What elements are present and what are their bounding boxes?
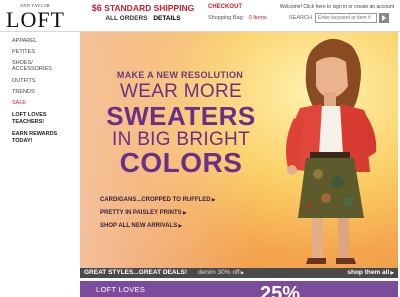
hero-kicker: MAKE A NEW RESOLUTION [116, 70, 244, 80]
sidebar-item-earn-rewards[interactable]: EARN REWARDS [12, 131, 57, 138]
hero-link-new-arrivals[interactable]: SHOP ALL NEW ARRIVALS [100, 223, 182, 229]
bag-label: Shopping Bag: [208, 15, 245, 21]
sidebar-item-today[interactable]: TODAY! [12, 138, 32, 145]
sidebar-item-teachers[interactable]: TEACHERS! [12, 119, 44, 126]
denim-deal-link[interactable]: denim 30% off [198, 269, 244, 276]
shipping-label: STANDARD SHIPPING [104, 3, 195, 13]
sidebar-item-accessories[interactable]: ACCESSORIES [12, 66, 52, 73]
checkout-link[interactable]: CHECKOUT [208, 4, 242, 10]
shipping-amount: $6 [91, 3, 102, 13]
shipping-sub-text: ALL ORDERS [105, 15, 148, 22]
shipping-details-link[interactable]: DETAILS [153, 15, 180, 22]
welcome-message[interactable]: Welcome! Click here to sign in or create… [280, 4, 394, 10]
sidebar-item-outfits[interactable]: OUTFITS [12, 78, 36, 85]
sidebar-nav: APPAREL PETITES SHOES/ ACCESSORIES OUTFI… [0, 32, 78, 297]
deals-strip-title: GREAT STYLES...GREAT DEALS! [84, 269, 188, 276]
shopping-bag[interactable]: Shopping Bag: 0 Items [208, 15, 267, 21]
brand-logo[interactable]: LOFT [6, 7, 65, 33]
hero-link-paisley[interactable]: PRETTY IN PAISLEY PRINTS [100, 210, 186, 216]
sidebar-item-loft-loves[interactable]: LOFT LOVES [12, 112, 47, 119]
hero-banner[interactable]: MAKE A NEW RESOLUTION WEAR MORE SWEATERS… [80, 32, 398, 268]
sidebar-item-trends[interactable]: TRENDS [12, 89, 35, 96]
hero-line-1: WEAR MORE [120, 81, 242, 102]
hero-link-cardigans[interactable]: CARDIGANS...CROPPED TO RUFFLED [100, 197, 215, 203]
sidebar-item-apparel[interactable]: APPAREL [12, 38, 37, 45]
search-label: SEARCH [289, 15, 312, 21]
deals-strip: GREAT STYLES...GREAT DEALS! denim 30% of… [80, 268, 398, 278]
hero-line-2: SWEATERS [106, 101, 256, 131]
shipping-sub: ALL ORDERS DETAILS [88, 15, 198, 22]
sidebar-item-petites[interactable]: PETITES [12, 49, 35, 56]
search-go-button[interactable] [379, 13, 389, 23]
search-input[interactable] [315, 13, 377, 23]
hero-line-4: COLORS [119, 147, 243, 178]
promo-banner[interactable]: LOFT LOVES 25% [80, 281, 398, 297]
shipping-headline: $6 STANDARD SHIPPING [88, 3, 198, 13]
shipping-promo[interactable]: $6 STANDARD SHIPPING ALL ORDERS DETAILS [88, 3, 198, 22]
site-header: ANN TAYLOR LOFT $6 STANDARD SHIPPING ALL… [0, 0, 400, 32]
bag-count[interactable]: 0 Items [249, 15, 267, 21]
model-photo [286, 38, 377, 264]
shop-them-all-link[interactable]: shop them all [347, 269, 394, 276]
promo-left-text: LOFT LOVES [96, 285, 146, 294]
promo-percent: 25% [260, 283, 301, 297]
sidebar-item-sale[interactable]: SALE [12, 100, 26, 107]
